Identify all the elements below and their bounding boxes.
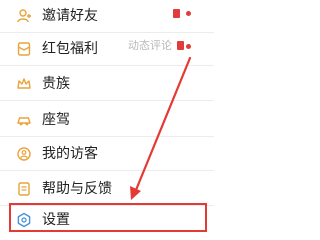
new-badge [177,41,184,50]
menu-item-my-visitors[interactable]: 我的访客 [0,138,214,174]
watermark-text: 动态评论 [128,39,172,52]
red-packet-icon [16,41,32,57]
menu-item-label: 座驾 [42,112,70,128]
divider [0,170,214,171]
menu-item-label: 帮助与反馈 [42,181,112,197]
invite-friend-icon [16,8,32,24]
divider [0,100,214,101]
menu-item-label: 邀请好友 [42,8,98,24]
crown-icon [16,76,32,92]
notification-dot [186,11,191,16]
menu-item-label: 红包福利 [42,41,98,57]
divider [0,65,214,66]
menu-item-invite-friends[interactable]: 邀请好友 [0,0,214,36]
menu-item-label: 我的访客 [42,146,98,162]
visitor-icon [16,146,32,162]
car-icon [16,112,32,128]
menu-item-car[interactable]: 座驾 [0,104,214,140]
divider [0,136,214,137]
menu-item-noble[interactable]: 贵族 [0,68,214,104]
menu-item-red-packet[interactable]: 红包福利 [0,33,214,69]
side-menu: 邀请好友 红包福利 贵族 座驾 我的访客 帮助与反馈 设置 [0,0,214,236]
new-badge [173,9,180,18]
highlight-box [9,203,207,232]
menu-item-label: 贵族 [42,76,70,92]
help-feedback-icon [16,181,32,197]
notification-dot [186,44,191,49]
